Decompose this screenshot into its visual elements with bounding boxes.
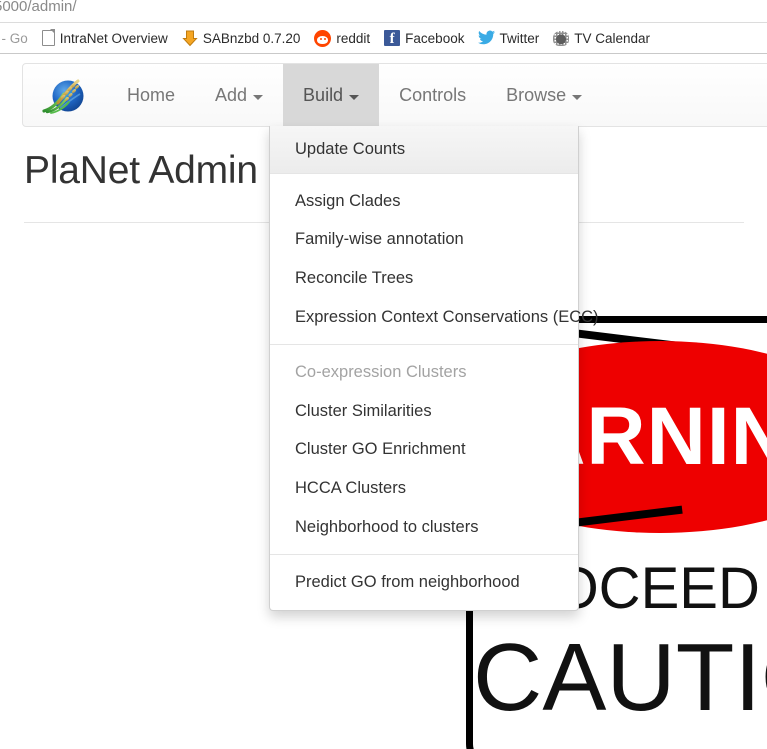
nav-item-add[interactable]: Add [195, 64, 283, 126]
bookmark-label: Twitter [499, 30, 540, 46]
dropdown-item-assign-clades[interactable]: Assign Clades [270, 182, 578, 221]
reddit-icon [314, 29, 332, 47]
nav-item-label: Controls [399, 84, 467, 105]
nav-item-label: Browse [506, 84, 567, 105]
bookmarks-bar: t - Go IntraNet Overview SABnzbd 0.7.20 … [0, 22, 767, 54]
dropdown-item-neighborhood-to-clusters[interactable]: Neighborhood to clusters [270, 508, 578, 547]
address-bar-url: 5000/admin/ [0, 0, 77, 15]
dropdown-item-family-wise-annotation[interactable]: Family-wise annotation [270, 220, 578, 259]
browser-chrome: 5000/admin/ t - Go IntraNet Overview SAB… [0, 0, 767, 54]
dropdown-group-update: Update Counts [270, 126, 578, 173]
nav-item-controls[interactable]: Controls [379, 64, 486, 126]
bookmark-label: IntraNet Overview [59, 30, 168, 46]
address-bar[interactable]: 5000/admin/ [0, 0, 767, 22]
document-icon [41, 29, 56, 46]
download-arrow-icon [182, 30, 198, 47]
nav-item-label: Add [215, 84, 248, 105]
main-navbar: Home Add Build Controls Browse [22, 63, 767, 127]
dropdown-item-reconcile-trees[interactable]: Reconcile Trees [270, 259, 578, 298]
dropdown-item-cluster-similarities[interactable]: Cluster Similarities [270, 392, 578, 431]
bookmark-partial[interactable]: t - Go [0, 25, 35, 51]
facebook-glyph: f [389, 31, 395, 46]
page-content: WARNING PROCEED WITH CAUTION PlaNet Admi… [0, 54, 767, 749]
dropdown-group-clusters: Co-expression Clusters Cluster Similarit… [270, 345, 578, 554]
bookmark-sabnzbd[interactable]: SABnzbd 0.7.20 [175, 25, 308, 51]
planet-globe-logo [42, 79, 84, 114]
chevron-down-icon [572, 94, 583, 100]
nav-item-home[interactable]: Home [107, 64, 195, 126]
twitter-bird-icon [478, 30, 496, 46]
dropdown-group-predict: Predict GO from neighborhood [270, 555, 578, 610]
bookmark-label: SABnzbd 0.7.20 [202, 30, 301, 46]
dropdown-header-coexpression-clusters: Co-expression Clusters [295, 363, 467, 382]
chevron-down-icon [349, 94, 360, 100]
bookmark-reddit[interactable]: reddit [307, 25, 377, 51]
brand-logo-link[interactable] [23, 64, 107, 126]
bookmark-tv-calendar[interactable]: TV Calendar [546, 25, 657, 51]
build-dropdown-menu: Update Counts Assign Clades Family-wise … [269, 126, 599, 611]
bookmark-label: reddit [336, 30, 371, 46]
facebook-icon: f [384, 30, 401, 46]
bookmark-partial-label: t - Go [0, 30, 28, 46]
nav-item-label: Build [303, 84, 344, 105]
dropdown-item-cluster-go-enrichment[interactable]: Cluster GO Enrichment [270, 430, 578, 469]
nav-items: Home Add Build Controls Browse [107, 64, 602, 126]
chevron-down-icon [253, 94, 264, 100]
nav-item-build[interactable]: Build [283, 64, 380, 126]
dropdown-item-predict-go[interactable]: Predict GO from neighborhood [270, 563, 578, 602]
dropdown-item-ecc[interactable]: Expression Context Conservations (ECC) [270, 298, 599, 337]
bookmark-label: TV Calendar [574, 30, 651, 46]
dropdown-group-main: Assign Clades Family-wise annotation Rec… [270, 174, 599, 345]
nav-item-label: Home [127, 84, 176, 105]
bookmark-facebook[interactable]: f Facebook [377, 25, 471, 51]
dropdown-item-update-counts[interactable]: Update Counts [270, 126, 578, 173]
nav-item-browse[interactable]: Browse [486, 64, 602, 126]
warning-line-2: CAUTION [473, 624, 767, 731]
page-title: PlaNet Admin p [24, 149, 291, 192]
dropdown-item-hcca-clusters[interactable]: HCCA Clusters [270, 469, 578, 508]
bookmark-label: Facebook [405, 30, 465, 46]
bookmark-intranet-overview[interactable]: IntraNet Overview [35, 25, 175, 51]
tv-calendar-icon [553, 30, 570, 46]
bookmark-twitter[interactable]: Twitter [471, 25, 546, 51]
